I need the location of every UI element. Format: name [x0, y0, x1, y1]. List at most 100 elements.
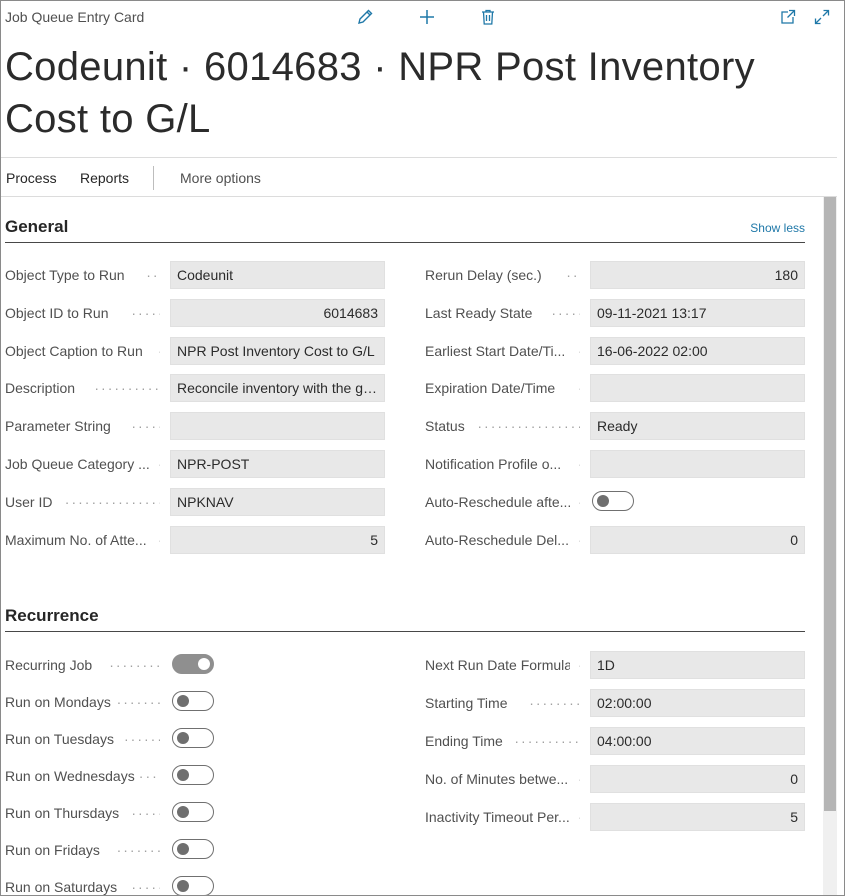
field-leader-dots: ·························· [551, 304, 580, 321]
field-leader-dots: ·························· [578, 456, 580, 472]
toggle-knob [177, 843, 189, 855]
run-on-thursdays-toggle[interactable] [172, 802, 214, 822]
field-leader-dots: ·························· [578, 380, 580, 396]
object-type-to-run-input[interactable]: Codeunit [170, 261, 385, 289]
field-run-on-tuesdays: Run on Tuesdays ·························… [5, 725, 385, 753]
field-label: Run on Thursdays [5, 805, 120, 821]
run-on-fridays-toggle[interactable] [172, 839, 214, 859]
plus-icon[interactable] [416, 6, 438, 28]
field-run-on-mondays: Run on Mondays ·························· [5, 688, 385, 716]
field-leader-dots: ·························· [566, 267, 580, 283]
maximum-no-of-atte-input[interactable]: 5 [170, 525, 385, 554]
field-expiration-date-time: Expiration Date/Time ····················… [425, 374, 805, 403]
open-new-window-icon[interactable] [777, 6, 799, 28]
field-label: Rerun Delay (sec.) [425, 267, 542, 283]
pencil-icon[interactable] [354, 6, 376, 28]
field-leader-dots: ·························· [477, 418, 580, 435]
field-leader-dots: ·························· [514, 733, 580, 749]
field-label: Earliest Start Date/Ti... [425, 342, 566, 359]
field-status: Status ·························· Ready [425, 412, 805, 441]
field-recurring-job: Recurring Job ·························· [5, 651, 385, 679]
no-of-minutes-betwe-input[interactable]: 0 [590, 765, 805, 793]
field-next-run-date-formula: Next Run Date Formula ···················… [425, 651, 805, 679]
field-label: Notification Profile o... [425, 456, 562, 472]
object-id-to-run-input[interactable]: 6014683 [170, 298, 385, 327]
field-leader-dots: ·························· [529, 695, 580, 711]
trash-icon[interactable] [477, 6, 499, 28]
field-leader-dots: ·························· [146, 267, 160, 283]
last-ready-state-input[interactable]: 09-11-2021 13:17 [590, 298, 805, 327]
starting-time-input[interactable]: 02:00:00 [590, 689, 805, 717]
field-object-type-to-run: Object Type to Run ······················… [5, 261, 385, 289]
field-label: Run on Mondays [5, 694, 111, 710]
field-starting-time: Starting Time ·························· 0… [425, 689, 805, 717]
action-bar: Process Reports More options [1, 157, 837, 197]
recurrence-section-header[interactable]: Recurrence [5, 602, 805, 632]
process-menu[interactable]: Process [6, 170, 57, 186]
reports-menu[interactable]: Reports [80, 170, 129, 186]
field-leader-dots: ·························· [578, 657, 580, 673]
earliest-start-date-ti-input[interactable]: 16-06-2022 02:00 [590, 336, 805, 365]
field-label: Parameter String [5, 418, 111, 435]
description-input[interactable]: Reconcile inventory with the ge... [170, 374, 385, 403]
field-label: Ending Time [425, 733, 503, 749]
toggle-knob [177, 732, 189, 744]
field-auto-reschedule-afte: Auto-Reschedule afte... ·················… [425, 488, 805, 516]
field-run-on-fridays: Run on Fridays ·························· [5, 836, 385, 864]
field-leader-dots: ·························· [124, 731, 160, 747]
auto-reschedule-del-input[interactable]: 0 [590, 525, 805, 554]
field-notification-profile-o: Notification Profile o... ···············… [425, 450, 805, 478]
next-run-date-formula-input[interactable]: 1D [590, 651, 805, 679]
field-label: Description [5, 380, 76, 397]
field-run-on-saturdays: Run on Saturdays ························… [5, 873, 385, 895]
run-on-mondays-toggle[interactable] [172, 691, 214, 711]
field-description: Description ·························· Rec… [5, 374, 385, 403]
run-on-wednesdays-toggle[interactable] [172, 765, 214, 785]
field-leader-dots: ·························· [116, 842, 160, 858]
toggle-knob [177, 806, 189, 818]
object-caption-to-run-input[interactable]: NPR Post Inventory Cost to G/L [170, 336, 385, 365]
field-leader-dots: ·························· [131, 304, 160, 321]
expand-icon[interactable] [811, 6, 833, 28]
field-leader-dots: ·························· [578, 532, 580, 548]
field-rerun-delay-sec: Rerun Delay (sec.) ······················… [425, 261, 805, 289]
auto-reschedule-afte-toggle[interactable] [592, 490, 634, 511]
general-section-header[interactable]: General Show less [5, 213, 805, 243]
inactivity-timeout-per-input[interactable]: 5 [590, 803, 805, 831]
notification-profile-o-input[interactable] [590, 450, 805, 478]
field-job-queue-category: Job Queue Category ... ··················… [5, 450, 385, 478]
field-leader-dots: ·························· [116, 694, 160, 710]
ending-time-input[interactable]: 04:00:00 [590, 727, 805, 755]
scrollbar-thumb[interactable] [824, 197, 836, 811]
field-label: Expiration Date/Time [425, 380, 556, 397]
field-run-on-wednesdays: Run on Wednesdays·······················… [5, 762, 385, 790]
run-on-tuesdays-toggle[interactable] [172, 728, 214, 748]
field-leader-dots: ·························· [109, 657, 160, 673]
run-on-saturdays-toggle[interactable] [172, 876, 214, 895]
field-label: Object Type to Run [5, 267, 125, 283]
field-inactivity-timeout-per: Inactivity Timeout Per... ···············… [425, 803, 805, 831]
expiration-date-time-input[interactable] [590, 374, 805, 403]
status-input[interactable]: Ready [590, 412, 805, 441]
show-less-link[interactable]: Show less [750, 221, 805, 235]
field-no-of-minutes-betwe: No. of Minutes betwe... ·················… [425, 765, 805, 793]
user-id-input[interactable]: NPKNAV [170, 487, 385, 516]
toggle-knob [177, 769, 189, 781]
field-label: Last Ready State [425, 304, 533, 321]
field-leader-dots: ·························· [158, 532, 160, 548]
field-label: Next Run Date Formula [425, 657, 570, 673]
field-earliest-start-date-ti: Earliest Start Date/Ti... ···············… [425, 336, 805, 365]
field-label: Auto-Reschedule afte... [425, 493, 570, 510]
parameter-string-input[interactable] [170, 412, 385, 441]
field-label: Auto-Reschedule Del... [425, 531, 569, 548]
field-maximum-no-of-atte: Maximum No. of Atte... ··················… [5, 525, 385, 554]
job-queue-category-input[interactable]: NPR-POST [170, 450, 385, 478]
recurring-job-toggle[interactable] [172, 654, 214, 674]
field-leader-dots: ·························· [578, 809, 580, 825]
more-options-menu[interactable]: More options [180, 170, 261, 186]
field-object-id-to-run: Object ID to Run ························… [5, 298, 385, 327]
field-label: Starting Time [425, 695, 508, 711]
field-label: Object ID to Run [5, 304, 109, 321]
rerun-delay-sec-input[interactable]: 180 [590, 261, 805, 289]
field-label: Maximum No. of Atte... [5, 531, 147, 548]
